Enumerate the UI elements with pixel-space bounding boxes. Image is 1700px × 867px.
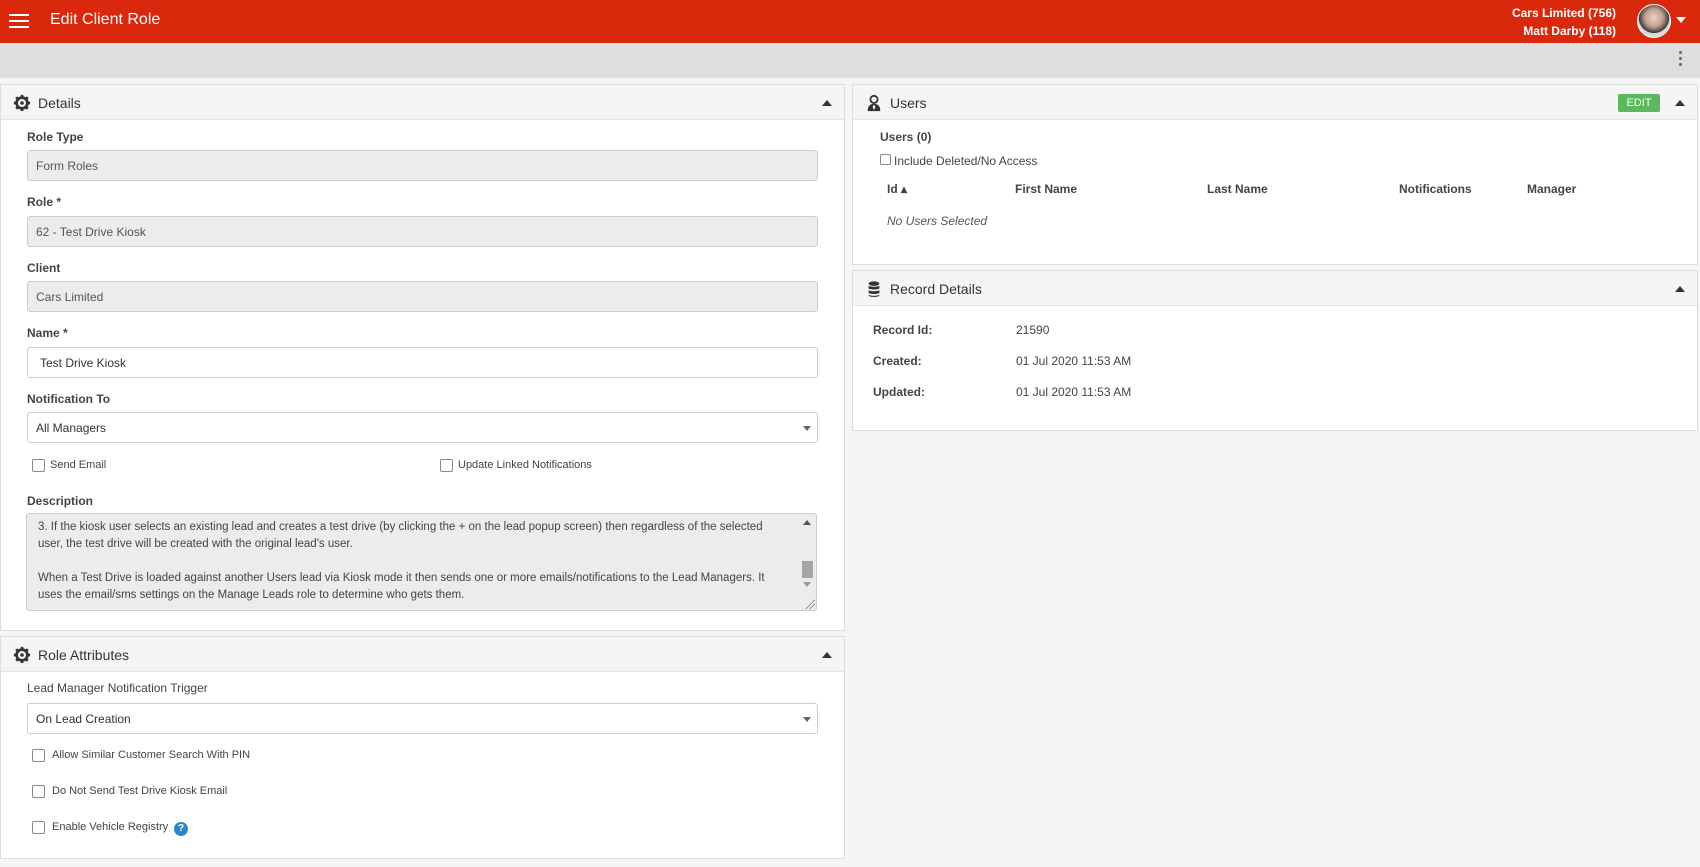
name-label: Name *: [27, 326, 68, 340]
users-title: Users: [890, 95, 927, 111]
textarea-scrollbar[interactable]: [800, 515, 815, 610]
created-label: Created:: [873, 354, 922, 368]
empty-state-text: No Users Selected: [887, 214, 988, 228]
gear-icon: [13, 646, 31, 664]
collapse-icon[interactable]: [1675, 286, 1685, 292]
column-header-last-name[interactable]: Last Name: [1207, 182, 1268, 196]
chevron-down-icon: [803, 717, 811, 722]
trigger-select[interactable]: On Lead Creation: [27, 703, 818, 734]
update-linked-checkbox[interactable]: [440, 459, 453, 472]
notification-to-select[interactable]: All Managers: [27, 412, 818, 443]
notification-to-value: All Managers: [36, 421, 107, 435]
database-icon: [868, 281, 880, 297]
notification-to-label: Notification To: [27, 392, 111, 406]
chevron-down-icon[interactable]: [1676, 17, 1686, 23]
top-bar: Edit Client Role Cars Limited (756) Matt…: [0, 0, 1700, 43]
gear-icon: [13, 94, 31, 112]
column-header-id[interactable]: Id ▴: [887, 182, 907, 196]
vehicle-registry-checkbox[interactable]: [32, 821, 45, 834]
description-text: 3. If the kiosk user selects an existing…: [38, 519, 778, 604]
more-options-icon[interactable]: [1676, 49, 1684, 71]
client-label: Client: [27, 261, 61, 275]
description-paragraph: When a Test Drive is loaded against anot…: [38, 572, 765, 601]
updated-label: Updated:: [873, 385, 925, 399]
role-attributes-header[interactable]: Role Attributes: [1, 637, 844, 672]
record-details-panel: Record Details Record Id: 21590 Created:…: [852, 270, 1698, 431]
client-info[interactable]: Cars Limited (756) Matt Darby (118): [1512, 4, 1616, 40]
role-attributes-panel: Role Attributes Lead Manager Notificatio…: [0, 636, 845, 859]
users-count: Users (0): [880, 130, 932, 144]
update-linked-label: Update Linked Notifications: [458, 459, 592, 471]
client-name: Cars Limited (756): [1511, 6, 1616, 20]
resize-handle-icon[interactable]: [805, 599, 815, 609]
include-deleted-label: Include Deleted/No Access: [894, 154, 1038, 168]
record-id-value: 21590: [1016, 323, 1050, 337]
record-id-label: Record Id:: [873, 323, 933, 337]
column-header-first-name[interactable]: First Name: [1015, 182, 1077, 196]
record-details-header[interactable]: Record Details: [853, 271, 1697, 306]
record-details-title: Record Details: [890, 281, 982, 297]
collapse-icon[interactable]: [822, 100, 832, 106]
chevron-down-icon: [803, 426, 811, 431]
details-title: Details: [38, 95, 81, 111]
edit-button[interactable]: EDIT: [1618, 94, 1660, 112]
role-type-field: Form Roles: [27, 150, 818, 181]
send-email-label: Send Email: [50, 459, 107, 471]
details-panel-header[interactable]: Details: [1, 85, 844, 120]
similar-search-checkbox[interactable]: [32, 749, 45, 762]
no-kiosk-email-label: Do Not Send Test Drive Kiosk Email: [52, 785, 228, 797]
description-paragraph: 3. If the kiosk user selects an existing…: [38, 521, 763, 550]
include-deleted-checkbox[interactable]: [880, 154, 891, 165]
client-field: Cars Limited: [27, 281, 818, 312]
users-panel: Users EDIT Users (0) Include Deleted/No …: [852, 84, 1698, 265]
role-type-label: Role Type: [27, 130, 84, 144]
role-field: 62 - Test Drive Kiosk: [27, 216, 818, 247]
help-icon[interactable]: ?: [174, 822, 188, 836]
collapse-icon[interactable]: [1675, 100, 1685, 106]
scroll-thumb[interactable]: [802, 561, 813, 578]
users-panel-header[interactable]: Users EDIT: [853, 85, 1697, 120]
column-header-manager[interactable]: Manager: [1527, 182, 1576, 196]
user-avatar[interactable]: [1637, 4, 1671, 38]
description-textarea[interactable]: 3. If the kiosk user selects an existing…: [26, 513, 817, 611]
collapse-icon[interactable]: [822, 652, 832, 658]
user-tie-icon: [867, 94, 881, 112]
updated-value: 01 Jul 2020 11:53 AM: [1016, 385, 1132, 399]
scroll-down-icon[interactable]: [803, 582, 811, 587]
send-email-checkbox[interactable]: [32, 459, 45, 472]
trigger-label: Lead Manager Notification Trigger: [27, 681, 208, 695]
scroll-up-icon[interactable]: [803, 520, 811, 525]
role-attributes-title: Role Attributes: [38, 647, 130, 663]
hamburger-icon[interactable]: [9, 11, 29, 31]
trigger-value: On Lead Creation: [36, 712, 131, 726]
column-header-notifications[interactable]: Notifications: [1399, 182, 1472, 196]
similar-search-label: Allow Similar Customer Search With PIN: [52, 749, 251, 761]
vehicle-registry-label: Enable Vehicle Registry: [52, 821, 169, 833]
sub-toolbar: [0, 43, 1700, 78]
role-label: Role *: [27, 195, 62, 209]
created-value: 01 Jul 2020 11:53 AM: [1016, 354, 1132, 368]
name-input[interactable]: Test Drive Kiosk: [27, 347, 818, 378]
description-label: Description: [27, 494, 94, 508]
user-name: Matt Darby (118): [1523, 24, 1616, 38]
page-title: Edit Client Role: [50, 11, 161, 28]
no-kiosk-email-checkbox[interactable]: [32, 785, 45, 798]
